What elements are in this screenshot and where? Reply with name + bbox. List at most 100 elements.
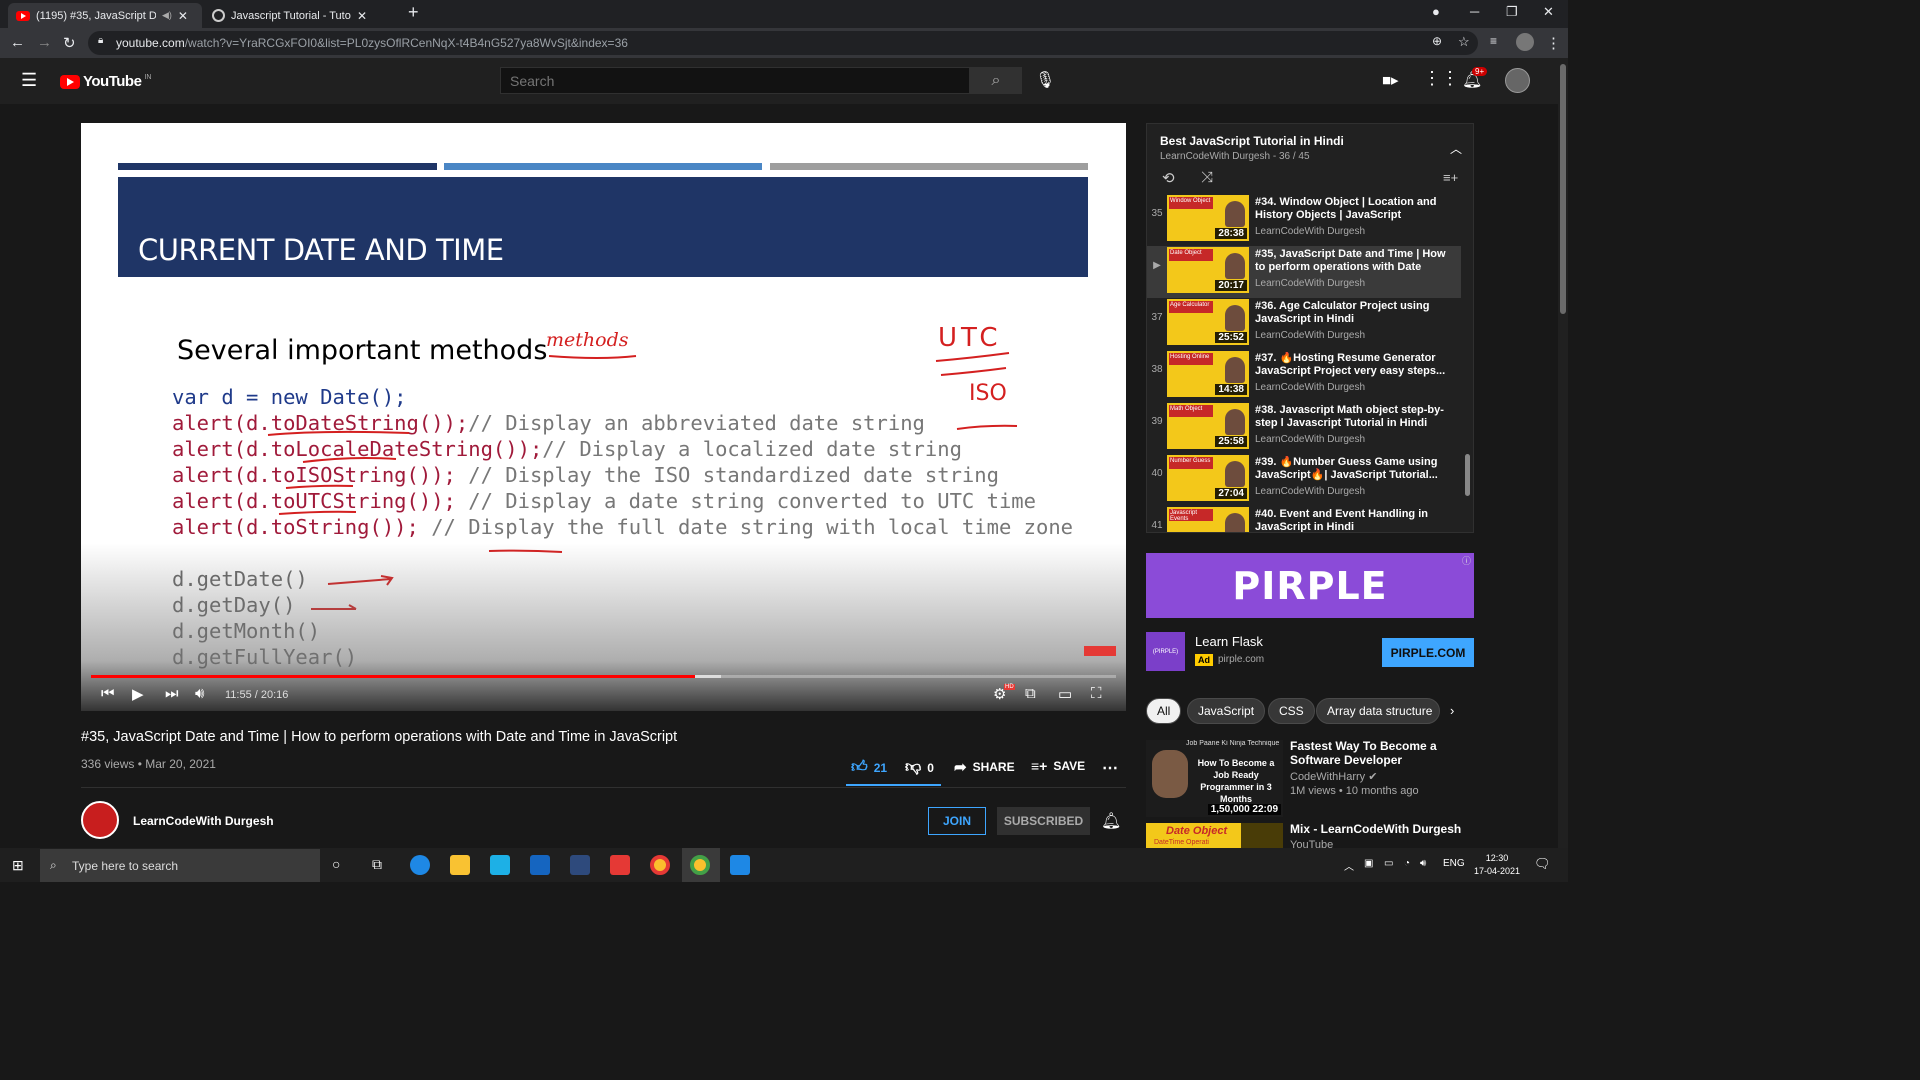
playlist-scrollbar[interactable] xyxy=(1465,454,1470,496)
chrome-active-icon[interactable] xyxy=(690,855,710,875)
back-icon[interactable]: ← xyxy=(10,34,25,51)
tray-network-icon[interactable]: ▣ xyxy=(1364,858,1373,869)
playlist-item[interactable]: ▶ Date Object 20:17 #35, JavaScript Date an… xyxy=(1147,246,1461,298)
cortana-icon[interactable]: ○ xyxy=(332,856,340,872)
channel-name[interactable]: LearnCodeWith Durgesh xyxy=(133,814,274,828)
tray-volume-icon[interactable]: 🔊︎ xyxy=(1420,858,1426,869)
chip-array-data-structure[interactable]: Array data structure xyxy=(1316,698,1440,724)
playlist-item-thumbnail[interactable]: Age Calculator 25:52 xyxy=(1167,299,1249,345)
taskbar-search[interactable]: ⌕ Type here to search xyxy=(40,849,320,882)
fullscreen-icon[interactable]: ⛶ xyxy=(1091,685,1102,702)
address-bar[interactable]: 🔒︎ youtube.com /watch?v=YraRCGxFOI0&list… xyxy=(88,31,1478,55)
ad-banner[interactable]: PIRPLE xyxy=(1146,553,1474,618)
playlist-item-title[interactable]: #39. 🔥Number Guess Game using JavaScript… xyxy=(1255,456,1451,482)
previous-icon[interactable]: ⏮︎ xyxy=(101,685,115,702)
notification-center-icon[interactable]: 🗨︎ xyxy=(1534,856,1551,872)
language-indicator[interactable]: ENG xyxy=(1443,858,1465,869)
video-player[interactable]: CURRENT DATE AND TIME Several important … xyxy=(81,123,1126,711)
like-button[interactable]: 👍︎ 21 xyxy=(851,758,887,777)
share-button[interactable]: ➦ SHARE xyxy=(954,758,1015,776)
youtube-logo[interactable]: YouTube IN xyxy=(60,73,151,90)
close-window-icon[interactable]: ✕ xyxy=(1543,4,1554,20)
restore-icon[interactable]: ❐ xyxy=(1506,4,1518,20)
rec-thumbnail[interactable]: Date Object DateTime Operati xyxy=(1146,823,1283,848)
ad-cta-button[interactable]: PIRPLE.COM xyxy=(1382,638,1474,667)
chrome-icon[interactable] xyxy=(650,855,670,875)
playlist-item[interactable]: 37 Age Calculator 25:52 #36. Age Calculator… xyxy=(1147,298,1461,350)
playlist-item-title[interactable]: #40. Event and Event Handling in JavaScr… xyxy=(1255,508,1451,532)
task-view-icon[interactable]: ⧉ xyxy=(372,856,382,873)
shuffle-icon[interactable]: ⤨ xyxy=(1201,169,1213,186)
more-actions-icon[interactable]: ⋯ xyxy=(1102,758,1118,778)
anydesk-icon[interactable] xyxy=(610,855,630,875)
dislike-button[interactable]: 👎︎ 0 xyxy=(905,758,934,777)
playlist-item[interactable]: 38 Hosting Online 14:38 #37. 🔥Hosting Resum… xyxy=(1147,350,1461,402)
playlist-menu-icon[interactable]: ≡+ xyxy=(1443,170,1458,185)
apps-grid-icon[interactable]: ⋮⋮ xyxy=(1423,68,1459,89)
subscribe-watermark[interactable] xyxy=(1084,646,1116,656)
playlist-item[interactable]: 39 Math Object 25:58 #38. Javascript Math o… xyxy=(1147,402,1461,454)
chip-javascript[interactable]: JavaScript xyxy=(1187,698,1266,724)
tab-tutorialspoint[interactable]: Javascript Tutorial - Tutorialspoin ✕ xyxy=(204,3,398,28)
tray-wifi-icon[interactable]: ◔ xyxy=(1404,858,1410,869)
play-icon[interactable]: ▶ xyxy=(132,685,144,703)
search-input[interactable] xyxy=(500,67,970,94)
scrollbar-thumb[interactable] xyxy=(1560,64,1566,314)
mic-icon[interactable]: 🎙︎ xyxy=(1035,70,1055,90)
rec-title[interactable]: Mix - LearnCodeWith Durgesh xyxy=(1290,822,1470,836)
join-button[interactable]: JOIN xyxy=(928,807,986,835)
playlist-item[interactable]: 41 Javascript Events #40. Event and Event … xyxy=(1147,506,1461,532)
vscode-icon[interactable] xyxy=(730,855,750,875)
taskbar-clock[interactable]: 12:30 17-04-2021 xyxy=(1474,852,1520,878)
tab-youtube[interactable]: (1195) #35, JavaScript Date a ◀) ✕ xyxy=(8,3,202,28)
theater-mode-icon[interactable]: ▭ xyxy=(1058,685,1072,703)
app-l-icon[interactable] xyxy=(490,855,510,875)
chip-all[interactable]: All xyxy=(1146,698,1182,724)
chrome-menu-icon[interactable]: ⋮ xyxy=(1546,34,1561,52)
page-scrollbar[interactable] xyxy=(1558,58,1568,848)
account-avatar[interactable] xyxy=(1505,68,1530,93)
bookmark-star-icon[interactable]: ☆ xyxy=(1458,34,1470,50)
playlist-item-title[interactable]: #34. Window Object | Location and Histor… xyxy=(1255,196,1451,222)
close-tab-icon[interactable]: ✕ xyxy=(178,9,188,23)
subscribed-button[interactable]: SUBSCRIBED xyxy=(997,807,1090,835)
playlist-item-thumbnail[interactable]: Date Object 20:17 xyxy=(1167,247,1249,293)
playlist-item-title[interactable]: #36. Age Calculator Project using JavaSc… xyxy=(1255,300,1451,326)
new-tab-icon[interactable]: + xyxy=(408,2,419,23)
rec-thumbnail[interactable]: Job Paane Ki Ninja Technique How To Beco… xyxy=(1146,740,1283,817)
ad-info-icon[interactable]: ⓘ xyxy=(1462,554,1471,567)
playlist-item-thumbnail[interactable]: Hosting Online 14:38 xyxy=(1167,351,1249,397)
channel-avatar[interactable] xyxy=(81,801,119,839)
tray-battery-icon[interactable]: ▭ xyxy=(1384,858,1393,869)
rec-channel[interactable]: CodeWithHarry ✔ xyxy=(1290,770,1377,783)
ad-logo[interactable]: (PIRPLE) xyxy=(1146,632,1185,671)
minimize-icon[interactable]: ─ xyxy=(1470,4,1479,19)
close-tab-icon[interactable]: ✕ xyxy=(357,9,367,23)
volume-icon[interactable]: 🔊︎ xyxy=(195,685,204,702)
ad-title[interactable]: Learn Flask xyxy=(1195,634,1263,649)
collapse-chevron-icon[interactable]: ︿ xyxy=(1450,140,1462,157)
progress-bar[interactable] xyxy=(91,675,1116,678)
windows-start-icon[interactable]: ⊞ xyxy=(12,857,24,874)
forward-icon[interactable]: → xyxy=(37,34,52,51)
playlist-item[interactable]: 40 Number Guess 27:04 #39. 🔥Number Guess Ga… xyxy=(1147,454,1461,506)
playlist-item-title[interactable]: #37. 🔥Hosting Resume Generator JavaScrip… xyxy=(1255,352,1451,378)
miniplayer-icon[interactable]: ⧉ xyxy=(1025,685,1036,702)
reload-icon[interactable]: ↻ xyxy=(63,34,76,52)
edge-icon[interactable] xyxy=(410,855,430,875)
chips-next-chevron-icon[interactable]: › xyxy=(1450,703,1454,718)
reading-list-icon[interactable]: ≡ xyxy=(1490,34,1497,48)
chip-css[interactable]: CSS xyxy=(1268,698,1315,724)
file-explorer-icon[interactable] xyxy=(450,855,470,875)
playlist-item-title[interactable]: #35, JavaScript Date and Time | How to p… xyxy=(1255,248,1451,274)
rec-title[interactable]: Fastest Way To Become a Software Develop… xyxy=(1290,739,1470,767)
tray-chevron-icon[interactable]: ︿ xyxy=(1344,858,1354,873)
playlist-title[interactable]: Best JavaScript Tutorial in Hindi xyxy=(1160,134,1344,148)
playlist-item-title[interactable]: #38. Javascript Math object step-by-step… xyxy=(1255,404,1451,430)
playlist-item-thumbnail[interactable]: Math Object 25:58 xyxy=(1167,403,1249,449)
playlist-item-thumbnail[interactable]: Window Object 28:38 xyxy=(1167,195,1249,241)
save-button[interactable]: ≡+ SAVE xyxy=(1031,758,1085,774)
search-button[interactable]: ⌕ xyxy=(970,67,1022,94)
profile-download-icon[interactable]: ● xyxy=(1432,4,1440,19)
install-icon[interactable]: ⊕ xyxy=(1432,34,1442,48)
